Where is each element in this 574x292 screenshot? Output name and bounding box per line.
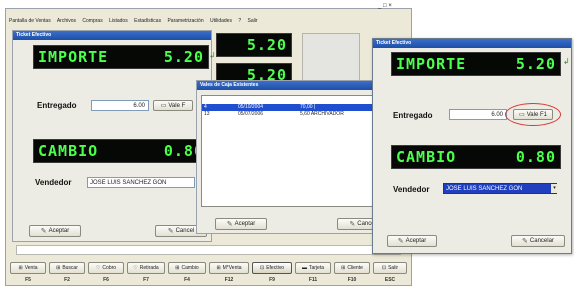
vale-button[interactable]: ▭ Vale F <box>153 100 193 111</box>
cancel-icon: ✎ <box>167 228 174 235</box>
importe-display: IMPORTE 5.20 <box>391 52 561 76</box>
cash-icon: ♡ <box>95 265 101 271</box>
cambio-display: CAMBIO 0.80 <box>391 145 561 169</box>
vendedor-select[interactable]: JOSE LUIS SANCHEZ GON <box>443 183 557 194</box>
aceptar-button[interactable]: ✎ Aceptar <box>29 225 81 237</box>
close-icon[interactable]: × <box>388 3 392 9</box>
money-icon: ⊡ <box>260 265 265 271</box>
menu-item-utilidades[interactable]: Utilidades <box>210 18 232 24</box>
footer-button-mventa[interactable]: ⊞ M*Venta F12 <box>209 262 249 286</box>
cancelar-button[interactable]: ✎ Cancelar <box>511 235 565 247</box>
footer-toolbar: ⊞ Venta F5 ⊞ Buscar F2 ♡ Cobro F6 ♡ Retirada… <box>10 262 408 286</box>
chevron-down-icon[interactable]: ▾ <box>551 184 558 193</box>
voucher-icon: ▭ <box>160 103 167 109</box>
importe-display: IMPORTE 5.20 <box>33 45 209 69</box>
menu-item-pantalla[interactable]: Pantalla de Ventas <box>9 18 51 24</box>
entregado-input[interactable]: 6.00 <box>449 109 507 120</box>
footer-button-cambio[interactable]: ⊞ Cambio F4 <box>168 262 206 286</box>
exchange-icon: ⊞ <box>175 265 180 271</box>
customer-icon: ⊞ <box>341 265 346 271</box>
pencil-icon: ✎ <box>40 228 47 235</box>
footer-button-cliente[interactable]: ⊞ Cliente F10 <box>334 262 370 286</box>
menu-item-parametrizacion[interactable]: Parametrización <box>167 18 203 24</box>
ticket-dialog-back: Ticket Efectivo IMPORTE 5.20 ↲ Entregado… <box>12 30 216 242</box>
ticket-dialog-front: Ticket Efectivo IMPORTE 5.20 ↲ Entregado… <box>372 38 572 254</box>
multi-sale-icon: ⊞ <box>216 265 221 271</box>
entregado-label: Entregado <box>393 111 433 120</box>
aceptar-button[interactable]: ✎ Aceptar <box>387 235 437 247</box>
table-row[interactable]: 4 05/10/2004 70,00 | <box>202 104 382 111</box>
footer-button-salir[interactable]: ⊡ Salir ESC <box>373 262 407 286</box>
cart-icon: ⊞ <box>18 265 23 271</box>
arrow-icon[interactable]: ↲ <box>563 57 570 66</box>
vendedor-select[interactable]: JOSE LUIS SANCHEZ GON <box>87 177 195 188</box>
withdraw-icon: ♡ <box>133 265 138 271</box>
entry-line[interactable] <box>16 245 401 255</box>
menu-bar: Pantalla de Ventas Archivos Compras List… <box>9 18 263 24</box>
entregado-label: Entregado <box>37 101 77 110</box>
dialog-title: Ticket Efectivo <box>373 39 571 48</box>
footer-button-cobro[interactable]: ♡ Cobro F6 <box>88 262 124 286</box>
vendedor-label: Vendedor <box>35 178 72 187</box>
vendedor-label: Vendedor <box>393 185 430 194</box>
cambio-display: CAMBIO 0.80 <box>33 139 209 163</box>
footer-button-buscar[interactable]: ⊞ Buscar F2 <box>49 262 85 286</box>
arrow-icon[interactable]: ↲ <box>209 51 216 60</box>
exit-icon: ⊡ <box>381 265 387 271</box>
card-icon: ▬ <box>301 265 307 271</box>
footer-button-retirada[interactable]: ♡ Retirada F7 <box>127 262 165 286</box>
menu-item-salir[interactable]: Salir <box>248 18 258 24</box>
minimize-icon[interactable]: _ <box>378 3 381 9</box>
vales-aceptar-button[interactable]: ✎ Aceptar <box>215 218 267 230</box>
menu-item-listados[interactable]: Listados <box>109 18 128 24</box>
footer-button-efectivo[interactable]: ⊡ Efectivo F9 <box>252 262 292 286</box>
vales-table: 4 05/10/2004 70,00 | 13 05/07/2006 5,60 … <box>201 95 383 207</box>
cancel-icon: ✎ <box>349 221 356 228</box>
menu-item-help[interactable]: ? <box>238 18 241 24</box>
vales-dialog-title: Vales de Caja Existentes <box>197 81 387 90</box>
dialog-title: Ticket Efectivo <box>13 31 211 40</box>
footer-button-venta[interactable]: ⊞ Venta F5 <box>10 262 46 286</box>
pencil-icon: ✎ <box>226 221 233 228</box>
pencil-icon: ✎ <box>397 238 404 245</box>
search-icon: ⊞ <box>56 265 61 271</box>
footer-button-tarjeta[interactable]: ▬ Tarjeta F11 <box>295 262 331 286</box>
maximize-icon[interactable]: □ <box>383 3 387 9</box>
highlight-circle <box>505 103 561 126</box>
vales-dialog: Vales de Caja Existentes 4 05/10/2004 70… <box>196 80 388 234</box>
cancel-icon: ✎ <box>522 238 528 245</box>
lcd-display-top: 5.20 <box>216 33 292 57</box>
menu-item-compras[interactable]: Compras <box>82 18 102 24</box>
window-controls: _ □ × <box>378 3 392 9</box>
table-row[interactable]: 13 05/07/2006 5,60 ARCHIVADOR <box>202 111 382 118</box>
menu-item-estadisticas[interactable]: Estadísticas <box>134 18 161 24</box>
entregado-input[interactable]: 6.00 <box>91 100 149 111</box>
menu-item-archivos[interactable]: Archivos <box>57 18 76 24</box>
